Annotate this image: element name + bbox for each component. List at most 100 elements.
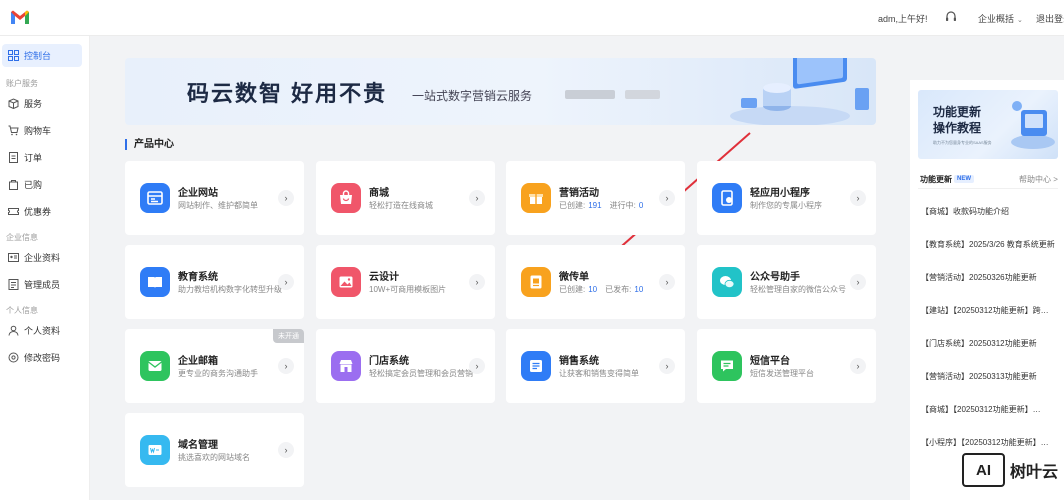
sidebar-item-coupons[interactable]: 优惠券 xyxy=(8,205,51,218)
card-title: 企业邮箱 xyxy=(178,356,218,367)
chevron-right-icon[interactable]: › xyxy=(278,190,294,206)
update-item[interactable]: 【教育系统】2025/3/26 教育系统更新 xyxy=(921,239,1064,250)
sidebar-item-label: 订单 xyxy=(24,153,43,163)
card-desc: 轻松搞定会员管理和会员营销 xyxy=(369,369,473,378)
product-card-email[interactable]: 未开通 企业邮箱 更专业的商务沟通助手 › xyxy=(125,329,304,403)
user-icon xyxy=(8,325,19,336)
card-title: 商城 xyxy=(369,188,389,199)
chevron-right-icon[interactable]: › xyxy=(278,274,294,290)
ai-watermark: AI 树叶云 xyxy=(962,453,1058,487)
banner-subtitle: 一站式数字营销云服务 xyxy=(412,89,533,103)
updates-heading: 功能更新 xyxy=(920,175,952,184)
card-title: 云设计 xyxy=(369,272,399,283)
order-icon xyxy=(9,152,18,163)
mail-icon xyxy=(140,351,170,381)
gift-icon xyxy=(521,183,551,213)
sidebar-item-label: 管理成员 xyxy=(24,280,61,290)
chevron-right-icon[interactable]: › xyxy=(659,358,675,374)
update-item[interactable]: 【营销活动】20250326功能更新 xyxy=(921,272,1064,283)
website-icon xyxy=(140,183,170,213)
domain-icon xyxy=(140,435,170,465)
card-desc: 让获客和销售变得简单 xyxy=(559,369,639,378)
sidebar-item-service[interactable]: 服务 xyxy=(8,97,42,110)
top-bar: adm,上午好! 企业概括⌄ 退出登录 xyxy=(0,0,1064,36)
chevron-down-icon: ⌄ xyxy=(1017,17,1023,24)
sidebar-item-label: 优惠券 xyxy=(24,207,52,217)
sidebar-item-label: 控制台 xyxy=(24,51,52,61)
help-center-link[interactable]: 帮助中心 > xyxy=(1019,174,1058,185)
tutorial-banner-caption: 助力不为您量身专业的SAAS服务 xyxy=(933,140,992,145)
card-title: 销售系统 xyxy=(559,356,599,367)
card-desc: 网站制作、维护都简单 xyxy=(178,201,258,210)
product-card-education[interactable]: 教育系统 助力教培机构数字化转型升级 › xyxy=(125,245,304,319)
chevron-right-icon[interactable]: › xyxy=(659,274,675,290)
list-icon xyxy=(521,351,551,381)
card-title: 公众号助手 xyxy=(750,272,800,283)
tutorial-banner-line2: 操作教程 xyxy=(933,121,982,135)
sidebar-item-password[interactable]: 修改密码 xyxy=(8,351,60,364)
card-desc: 更专业的商务沟通助手 xyxy=(178,369,258,378)
chevron-right-icon[interactable]: › xyxy=(469,274,485,290)
chevron-right-icon[interactable]: › xyxy=(469,358,485,374)
tutorial-banner[interactable]: 功能更新 操作教程 助力不为您量身专业的SAAS服务 xyxy=(918,90,1058,159)
product-card-sms[interactable]: 短信平台 短信发送管理平台 › xyxy=(697,329,876,403)
chevron-right-icon[interactable]: › xyxy=(278,442,294,458)
logout-button[interactable]: 退出登录 xyxy=(1036,12,1064,25)
product-card-domain[interactable]: 域名管理 挑选喜欢的网站域名 › xyxy=(125,413,304,487)
card-desc: 10W+可商用模板图片 xyxy=(369,285,447,294)
sidebar-item-label: 个人资料 xyxy=(24,326,61,336)
product-card-miniapp[interactable]: 轻应用小程序 制作您的专属小程序 › xyxy=(697,161,876,235)
published-label: 已发布: xyxy=(605,285,632,294)
update-item[interactable]: 【商城】收款码功能介绍 xyxy=(921,206,1064,217)
update-item[interactable]: 【商城】【20250312功能更新】… xyxy=(921,404,1064,415)
blurred-text xyxy=(625,90,660,99)
card-title: 微传单 xyxy=(559,272,589,283)
chevron-right-icon[interactable]: › xyxy=(278,358,294,374)
update-item[interactable]: 【小程序】【20250312功能更新】… xyxy=(921,437,1064,448)
sidebar-item-cart[interactable]: 购物车 xyxy=(8,124,51,137)
card-title: 教育系统 xyxy=(178,272,218,283)
product-card-website[interactable]: 企业网站 网站制作、维护都简单 › xyxy=(125,161,304,235)
promo-banner[interactable]: 码云数智 好用不贵 一站式数字营销云服务 xyxy=(125,58,876,125)
blurred-text xyxy=(565,90,615,99)
product-card-sales[interactable]: 销售系统 让获客和销售变得简单 › xyxy=(506,329,685,403)
product-card-cloud-design[interactable]: 云设计 10W+可商用模板图片 › xyxy=(316,245,495,319)
card-desc: 轻松管理自家的微信公众号 xyxy=(750,285,846,294)
product-card-flyer[interactable]: 微传单 已创建: 10 已发布: 10 › xyxy=(506,245,685,319)
sidebar-item-purchased[interactable]: 已购 xyxy=(8,178,42,191)
gmail-logo-icon[interactable] xyxy=(10,9,30,25)
sidebar-item-orders[interactable]: 订单 xyxy=(8,151,42,164)
sidebar-item-label: 修改密码 xyxy=(24,353,61,363)
sidebar-item-profile[interactable]: 个人资料 xyxy=(8,324,60,337)
chevron-right-icon[interactable]: › xyxy=(659,190,675,206)
headset-icon[interactable] xyxy=(944,10,958,24)
chevron-right-icon[interactable]: › xyxy=(469,190,485,206)
chevron-right-icon[interactable]: › xyxy=(850,274,866,290)
sidebar-item-members[interactable]: 管理成员 xyxy=(8,278,60,291)
divider xyxy=(918,188,1058,189)
card-stats: 已创建: 10 已发布: 10 xyxy=(559,284,651,295)
sms-icon xyxy=(712,351,742,381)
card-desc: 制作您的专属小程序 xyxy=(750,201,822,210)
card-desc: 挑选喜欢的网站域名 xyxy=(178,453,250,462)
created-label: 已创建: xyxy=(559,201,586,210)
enterprise-overview-menu[interactable]: 企业概括 ⌄ xyxy=(978,12,1023,25)
update-panel: 功能更新 操作教程 助力不为您量身专业的SAAS服务 功能更新 NEW 帮助中心… xyxy=(910,80,1064,500)
product-card-wechat[interactable]: 公众号助手 轻松管理自家的微信公众号 › xyxy=(697,245,876,319)
update-item[interactable]: 【门店系统】20250312功能更新 xyxy=(921,338,1064,349)
chevron-right-icon[interactable]: › xyxy=(850,190,866,206)
product-card-shop[interactable]: 商城 轻松打造在线商城 › xyxy=(316,161,495,235)
card-title: 轻应用小程序 xyxy=(750,188,810,199)
product-card-marketing[interactable]: 营销活动 已创建: 191 进行中: 0 › xyxy=(506,161,685,235)
shop-icon xyxy=(331,183,361,213)
cart-icon xyxy=(8,125,19,136)
ai-logo: AI xyxy=(962,453,1005,487)
card-stats: 已创建: 191 进行中: 0 xyxy=(559,200,651,211)
sidebar-item-console[interactable]: 控制台 xyxy=(2,44,82,67)
chevron-right-icon[interactable]: › xyxy=(850,358,866,374)
update-item[interactable]: 【建站】【20250312功能更新】跨… xyxy=(921,305,1064,316)
product-card-store[interactable]: 门店系统 轻松搞定会员管理和会员营销 › xyxy=(316,329,495,403)
cloud-server-illustration-icon xyxy=(730,58,869,125)
sidebar-item-enterprise-info[interactable]: 企业资料 xyxy=(8,251,60,264)
update-item[interactable]: 【营销活动】20250313功能更新 xyxy=(921,371,1064,382)
